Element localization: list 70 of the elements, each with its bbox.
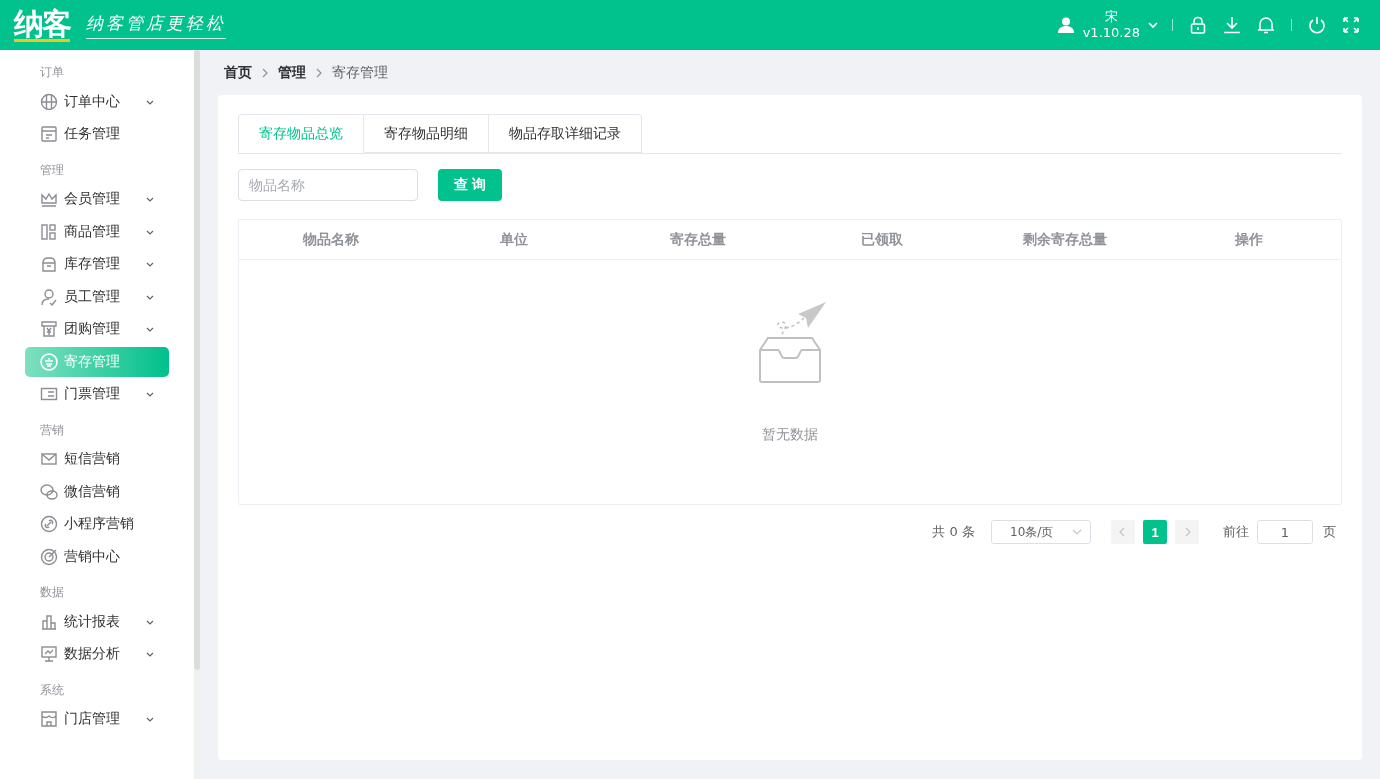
version-text: v1.10.28 [1082, 25, 1140, 41]
sidebar-group-title: 数据 [39, 584, 65, 601]
sidebar-item[interactable]: 门店管理 [25, 704, 169, 734]
empty-text: 暂无数据 [762, 426, 818, 444]
chevron-right-icon [314, 67, 324, 78]
scrollbar-thumb[interactable] [194, 50, 200, 670]
lock-icon[interactable] [1189, 16, 1207, 34]
monitor-chart-icon [40, 645, 58, 663]
sidebar-item[interactable]: 微信营销 [25, 476, 169, 507]
download-icon[interactable] [1223, 16, 1241, 34]
sidebar-item[interactable]: 门票管理 [25, 379, 169, 409]
sidebar-item[interactable]: 小程序营销 [25, 509, 169, 539]
yen-box-icon [40, 320, 58, 338]
sidebar-item[interactable]: 数据分析 [25, 639, 169, 669]
breadcrumb-link[interactable]: 首页 [224, 63, 252, 82]
sidebar-item[interactable]: 任务管理 [25, 119, 169, 149]
target-icon [40, 547, 58, 566]
prev-page-button[interactable] [1111, 520, 1135, 544]
person-icon [40, 287, 58, 306]
link-circle-icon [40, 515, 58, 533]
column-header: 已领取 [859, 230, 904, 249]
globe-icon [40, 92, 58, 111]
envelope-icon [40, 450, 58, 468]
column-header: 物品名称 [301, 230, 360, 249]
chevron-right-icon [260, 67, 270, 78]
store-icon [40, 710, 58, 728]
calendar-icon [40, 125, 58, 143]
grid-icon [40, 222, 58, 241]
deposit-icon [40, 352, 58, 371]
tab[interactable]: 寄存物品明细 [364, 114, 489, 153]
sidebar-group-title: 营销 [39, 421, 65, 439]
chevron-down-icon [1072, 527, 1082, 537]
column-header: 操作 [1234, 230, 1265, 249]
next-page-button[interactable] [1175, 520, 1199, 544]
sidebar-item[interactable]: 员工管理 [25, 281, 169, 312]
sidebar-item[interactable]: 团购管理 [25, 314, 169, 344]
sidebar-item[interactable]: 统计报表 [25, 606, 169, 637]
slogan: 纳客管店更轻松 [86, 11, 226, 39]
chevron-down-icon[interactable] [1148, 20, 1158, 30]
page-size-select[interactable]: 10条/页 [991, 520, 1091, 544]
power-icon[interactable] [1308, 16, 1326, 34]
sidebar-item[interactable]: 营销中心 [25, 541, 169, 572]
sidebar-group-title: 管理 [39, 161, 65, 179]
page-input[interactable]: 1 [1257, 520, 1313, 544]
sidebar-item[interactable]: 库存管理 [25, 249, 169, 279]
sidebar-item[interactable]: 商品管理 [25, 216, 169, 247]
sidebar-item[interactable]: 短信营销 [25, 444, 169, 474]
ticket-icon [40, 385, 58, 403]
column-header: 寄存总量 [669, 230, 728, 249]
box-icon [40, 255, 58, 273]
tab[interactable]: 物品存取详细记录 [489, 114, 642, 153]
page-suffix: 页 [1323, 523, 1336, 541]
sidebar-group-title: 订单 [39, 64, 65, 81]
sidebar-item[interactable]: 订单中心 [25, 86, 169, 117]
crown-icon [40, 190, 58, 208]
bell-icon[interactable] [1257, 16, 1275, 34]
column-header: 剩余寄存总量 [1022, 230, 1109, 249]
column-header: 单位 [499, 230, 530, 249]
logo: 纳客 [14, 8, 70, 42]
chat-bubbles-icon [40, 482, 58, 501]
bar-chart-icon [40, 612, 58, 631]
fullscreen-icon[interactable] [1342, 16, 1360, 34]
sidebar-group-title: 系统 [39, 681, 65, 699]
goto-label: 前往 [1223, 523, 1249, 541]
user-name: 宋 [1104, 9, 1118, 25]
user-icon [1056, 16, 1075, 34]
total-count: 共 0 条 [932, 523, 975, 541]
sidebar-item[interactable]: 会员管理 [25, 184, 169, 214]
breadcrumb-link[interactable]: 管理 [278, 63, 306, 82]
search-field[interactable]: 物品名称 [238, 169, 418, 201]
